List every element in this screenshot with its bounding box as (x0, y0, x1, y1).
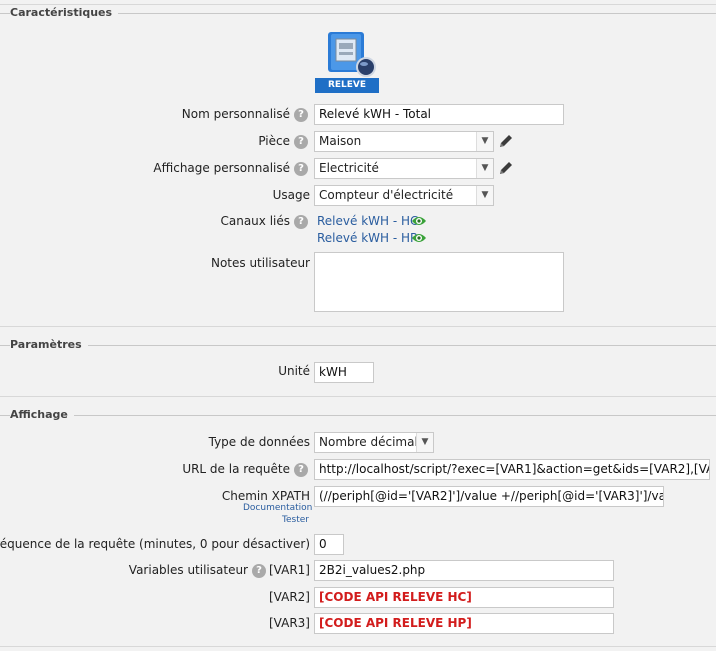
parameters-divider (0, 345, 716, 346)
usage-label: Usage (272, 188, 310, 202)
section-separator (0, 396, 716, 397)
custom-name-input[interactable]: Relevé kWH - Total (314, 104, 564, 125)
user-notes-label: Notes utilisateur (210, 256, 310, 270)
linked-channel-hc-link[interactable]: Relevé kWH - HC (317, 213, 418, 229)
help-icon[interactable]: ? (294, 215, 308, 229)
chevron-down-icon[interactable]: ▼ (416, 433, 433, 452)
room-select-value: Maison (319, 134, 362, 148)
custom-name-label: Nom personnalisé (181, 107, 290, 121)
data-type-value: Nombre décimal (319, 435, 418, 449)
linked-channels-label: Canaux liés (220, 214, 290, 228)
xpath-tester-link[interactable]: Tester (282, 515, 309, 526)
device-type-label: RELEVE (327, 80, 367, 90)
bottom-border (0, 646, 716, 647)
xpath-label: Chemin XPATH (221, 489, 310, 503)
user-notes-textarea[interactable] (314, 252, 564, 312)
top-border (0, 4, 716, 5)
request-url-label: URL de la requête (182, 462, 290, 476)
display-divider (0, 415, 716, 416)
pencil-icon[interactable] (498, 133, 514, 149)
help-icon[interactable]: ? (294, 463, 308, 477)
frequency-label: Fréquence de la requête (minutes, 0 pour… (0, 537, 310, 551)
eye-icon[interactable] (411, 232, 427, 244)
room-select[interactable]: Maison ▼ (314, 131, 494, 152)
chevron-down-icon[interactable]: ▼ (476, 186, 493, 205)
custom-display-label: Affichage personnalisé (153, 161, 290, 175)
chevron-down-icon[interactable]: ▼ (476, 132, 493, 151)
room-label: Pièce (258, 134, 290, 148)
usage-select-value: Compteur d'électricité (319, 188, 454, 202)
var3-name: [VAR3] (269, 616, 310, 630)
var1-name: [VAR1] (269, 563, 310, 577)
pencil-icon[interactable] (498, 160, 514, 176)
frequency-input[interactable]: 0 (314, 534, 344, 555)
section-separator (0, 326, 716, 327)
meter-reading-icon: RELEVE (314, 30, 380, 94)
help-icon[interactable]: ? (294, 135, 308, 149)
var3-input[interactable]: [CODE API RELEVE HP] (314, 613, 614, 634)
chevron-down-icon[interactable]: ▼ (476, 159, 493, 178)
var2-name: [VAR2] (269, 590, 310, 604)
xpath-input[interactable]: (//periph[@id='[VAR2]']/value +//periph[… (314, 486, 664, 507)
xpath-documentation-link[interactable]: Documentation (243, 503, 312, 514)
data-type-select[interactable]: Nombre décimal ▼ (314, 432, 434, 453)
eye-icon[interactable] (411, 215, 427, 227)
unit-label: Unité (278, 364, 310, 378)
var1-input[interactable]: 2B2i_values2.php (314, 560, 614, 581)
request-url-input[interactable]: http://localhost/script/?exec=[VAR1]&act… (314, 459, 710, 480)
help-icon[interactable]: ? (252, 564, 266, 578)
linked-channel-hp-link[interactable]: Relevé kWH - HP (317, 230, 417, 246)
help-icon[interactable]: ? (294, 108, 308, 122)
parameters-section-title: Paramètres (10, 338, 88, 352)
usage-select[interactable]: Compteur d'électricité ▼ (314, 185, 494, 206)
characteristics-section-title: Caractéristiques (10, 6, 119, 20)
data-type-label: Type de données (208, 435, 310, 449)
display-section-title: Affichage (10, 408, 74, 422)
unit-input[interactable]: kWH (314, 362, 374, 383)
var2-input[interactable]: [CODE API RELEVE HC] (314, 587, 614, 608)
custom-display-value: Electricité (319, 161, 379, 175)
user-vars-label: Variables utilisateur (128, 563, 248, 577)
help-icon[interactable]: ? (294, 162, 308, 176)
custom-display-select[interactable]: Electricité ▼ (314, 158, 494, 179)
